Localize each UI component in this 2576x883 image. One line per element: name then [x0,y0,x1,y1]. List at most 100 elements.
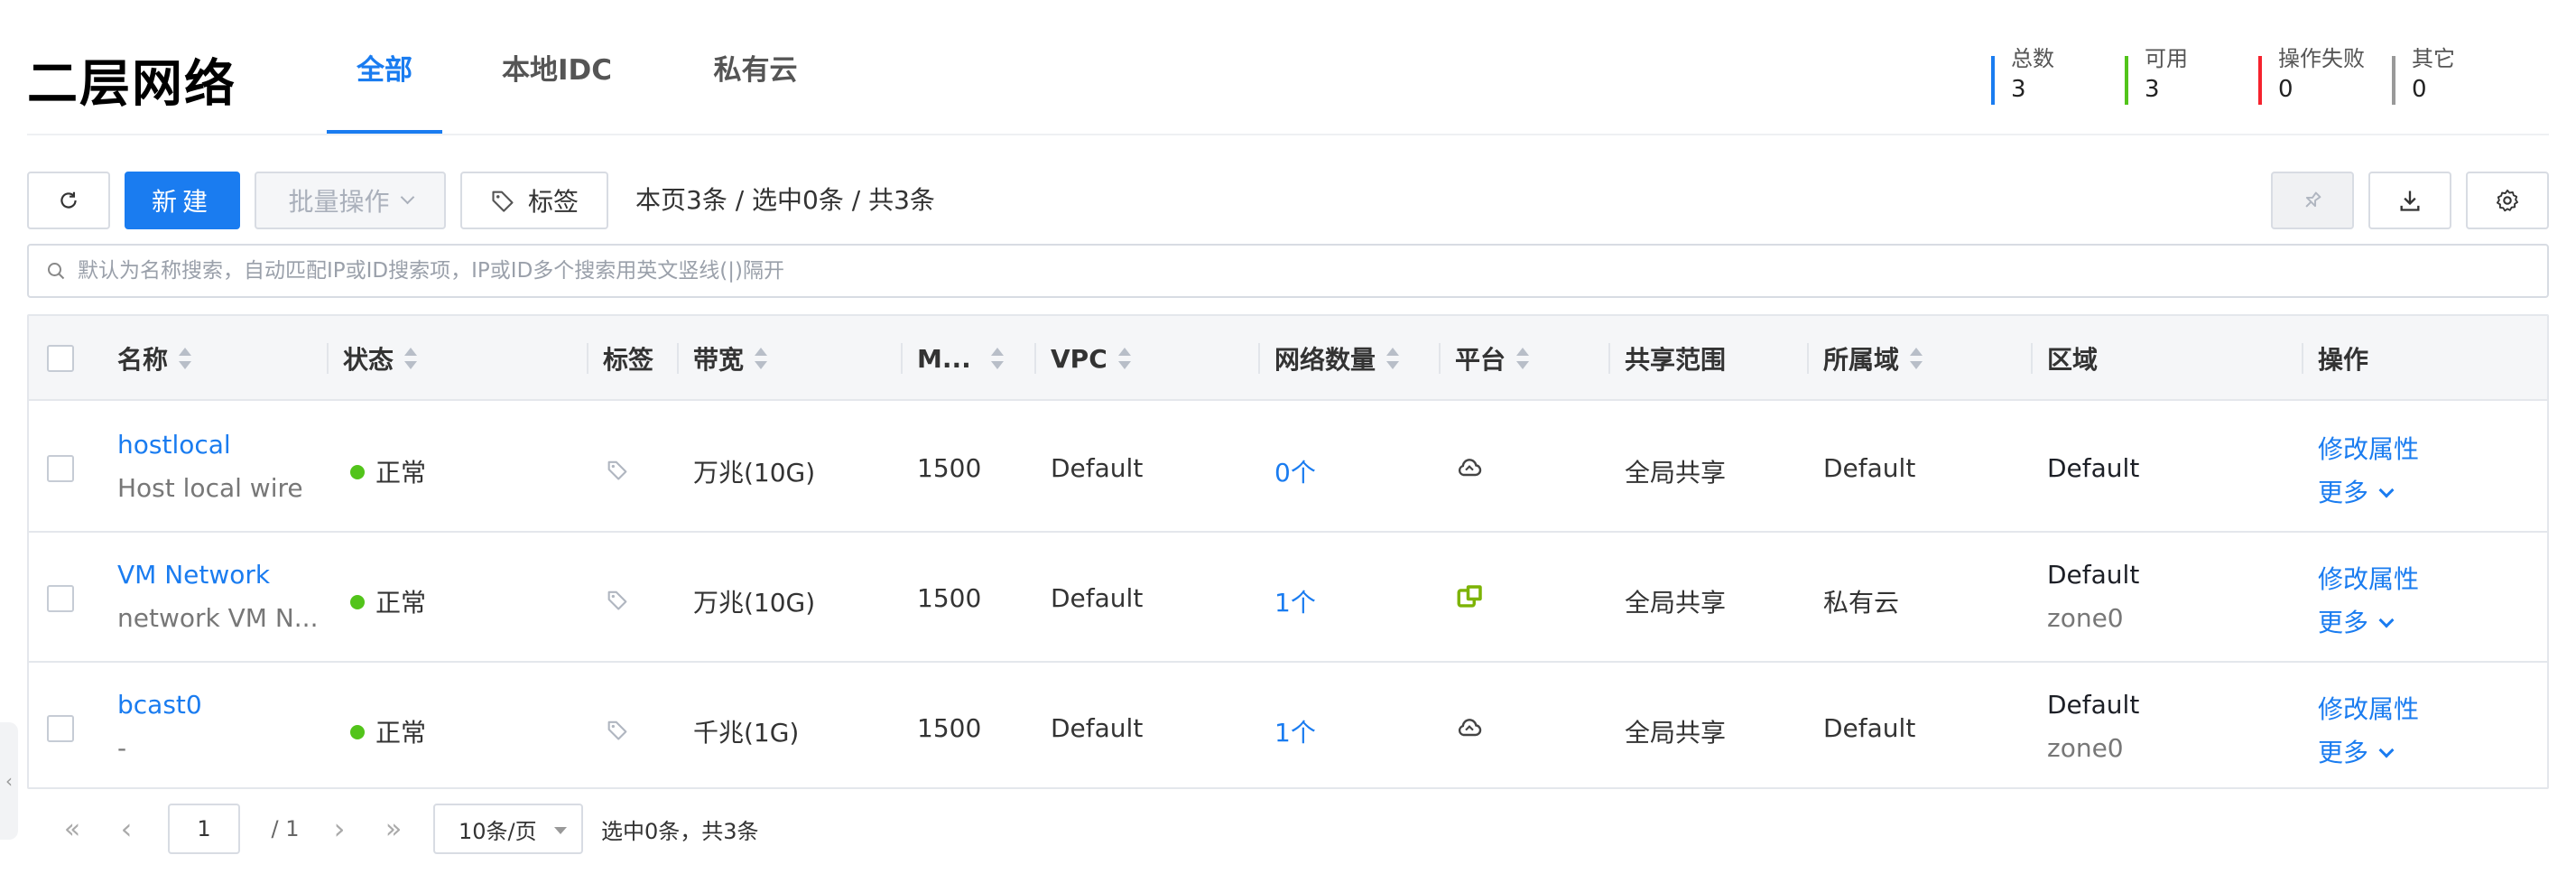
page-size-select[interactable]: 10条/页 [433,804,583,854]
row-network-count-link[interactable]: 0个 [1274,453,1316,489]
sort-icon[interactable] [990,347,1004,370]
page-number-input[interactable]: 1 [168,804,240,854]
page: ‹ 二层网络 全部 本地IDC 私有云 总数 3 可用 3 操作失败 0 其它 … [0,0,2576,883]
table-row: bcast0 - 正常 千兆(1G) 1500 Default 1个 全局共享 … [29,663,2547,793]
col-actions: 操作 [2302,316,2368,401]
chevron-down-icon [400,190,414,204]
row-name-link[interactable]: hostlocal [117,430,231,460]
row-bandwidth: 万兆(10G) [693,458,816,488]
col-domain[interactable]: 所属域 [1807,316,1923,401]
tag-button[interactable]: 标签 [460,172,608,229]
row-domain: Default [1823,453,1916,483]
more-actions-dropdown[interactable]: 更多 [2318,603,2395,639]
sort-icon[interactable] [1386,347,1400,370]
double-chevron-right-icon: » [385,813,403,845]
col-bandwidth[interactable]: 带宽 [677,316,768,401]
modify-attributes-link[interactable]: 修改属性 [2318,430,2419,466]
pin-button[interactable] [2271,172,2354,229]
row-zone-name: zone0 [2047,603,2124,633]
sort-icon[interactable] [1117,347,1131,370]
col-platform[interactable]: 平台 [1439,316,1530,401]
column-divider [1258,343,1260,374]
tag-icon[interactable] [605,587,630,612]
tab-local-idc[interactable]: 本地IDC [442,0,672,134]
table-header: 名称 状态 标签 带宽 M... VPC 网络数量 平台 共享范围 所属域 区域… [29,316,2547,401]
stat-value: 0 [2412,76,2427,103]
sort-icon[interactable] [179,347,192,370]
row-zone: Default [2047,560,2140,590]
stat-failed[interactable]: 操作失败 0 [2258,45,2392,108]
column-divider [901,343,903,374]
status-dot [350,725,365,739]
cloud-icon [1458,459,1482,477]
more-actions-dropdown[interactable]: 更多 [2318,733,2395,769]
col-platform-label: 平台 [1455,345,1506,375]
header-divider [27,134,2549,135]
table-row: VM Network network VM N... 正常 万兆(10G) 15… [29,533,2547,663]
pin-icon [2305,191,2321,208]
refresh-icon [60,191,77,209]
stat-value: 3 [2011,76,2026,103]
row-checkbox[interactable] [47,715,74,742]
cloud-icon [1458,719,1482,737]
col-name[interactable]: 名称 [117,316,192,401]
row-network-count-link[interactable]: 1个 [1274,583,1316,619]
refresh-button[interactable] [27,172,110,229]
col-vpc[interactable]: VPC [1034,316,1131,401]
chevron-down-icon [2378,482,2395,498]
row-zone: Default [2047,453,2140,483]
modify-attributes-link[interactable]: 修改属性 [2318,560,2419,596]
col-network-count-label: 网络数量 [1274,345,1376,375]
sort-icon[interactable] [755,347,768,370]
row-checkbox[interactable] [47,585,74,612]
sidebar-collapse-handle[interactable]: ‹ [0,722,18,840]
col-domain-label: 所属域 [1823,345,1900,375]
tag-icon[interactable] [605,457,630,482]
more-actions-dropdown[interactable]: 更多 [2318,473,2395,509]
batch-actions-dropdown[interactable]: 批量操作 [255,172,446,229]
col-status[interactable]: 状态 [327,316,418,401]
tag-icon[interactable] [605,717,630,742]
sort-icon[interactable] [404,347,418,370]
row-name-link[interactable]: bcast0 [117,690,202,720]
col-share-scope-label: 共享范围 [1625,345,1727,375]
row-checkbox[interactable] [47,455,74,482]
sort-icon[interactable] [1516,347,1530,370]
row-status-label: 正常 [375,588,427,618]
row-description: Host local wire [117,473,303,503]
search-bar[interactable] [27,244,2549,298]
status-dot [350,465,365,479]
download-button[interactable] [2368,172,2451,229]
next-page-button[interactable]: › [321,804,357,854]
chevron-down-icon [2378,742,2395,758]
tag-icon [492,191,514,212]
first-page-button[interactable]: « [54,804,90,854]
row-network-count-link[interactable]: 1个 [1274,713,1316,749]
stat-available[interactable]: 可用 3 [2125,45,2258,108]
stat-other[interactable]: 其它 0 [2392,45,2525,108]
last-page-button[interactable]: » [375,804,412,854]
chevron-right-icon: › [333,812,346,846]
tab-private-cloud[interactable]: 私有云 [672,0,839,134]
stat-label: 可用 [2145,46,2188,71]
col-network-count[interactable]: 网络数量 [1258,316,1400,401]
row-vpc: Default [1051,453,1144,483]
column-divider [327,343,329,374]
vmware-icon [1457,585,1482,608]
prev-page-button[interactable]: ‹ [108,804,144,854]
more-actions-label: 更多 [2318,478,2369,507]
gear-icon [2496,189,2519,212]
selection-count: 本页3条 / 选中0条 / 共3条 [635,185,935,215]
row-name-link[interactable]: VM Network [117,560,270,590]
total-pages: / 1 [271,816,300,841]
col-mtu[interactable]: M... [901,316,1004,401]
sort-icon[interactable] [1910,347,1923,370]
new-button[interactable]: 新建 [125,172,240,229]
stat-total[interactable]: 总数 3 [1991,45,2125,108]
settings-button[interactable] [2466,172,2549,229]
row-domain: 私有云 [1823,588,1900,618]
search-input[interactable] [78,259,2547,283]
tab-all[interactable]: 全部 [327,0,442,134]
modify-attributes-link[interactable]: 修改属性 [2318,690,2419,726]
select-all-checkbox[interactable] [47,345,74,372]
